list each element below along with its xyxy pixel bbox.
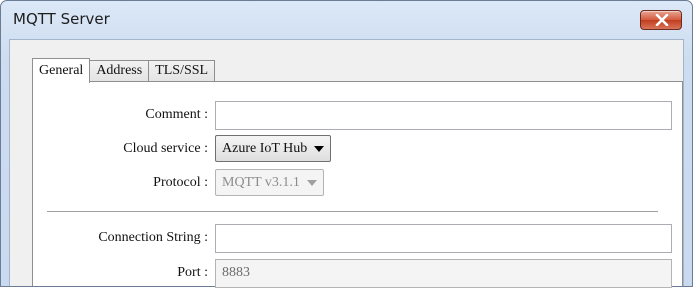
title-bar[interactable]: MQTT Server (1, 1, 692, 39)
dropdown-arrow-icon (314, 145, 325, 152)
port-label: Port : (177, 265, 208, 280)
connection-string-input[interactable] (215, 224, 672, 253)
close-button[interactable] (640, 10, 682, 30)
protocol-value: MQTT v3.1.1 (222, 174, 300, 190)
general-tab-panel: Comment : Cloud service : Azure IoT Hub … (32, 81, 683, 289)
window-title: MQTT Server (13, 10, 110, 28)
protocol-select[interactable]: MQTT v3.1.1 (215, 169, 324, 196)
dialog-client-area: General Address TLS/SSL Comment : Cloud … (9, 39, 684, 289)
protocol-label: Protocol : (153, 175, 208, 190)
cloud-service-row: Cloud service : Azure IoT Hub (33, 135, 682, 165)
mqtt-server-dialog: MQTT Server General Address TLS/SSL Comm… (0, 0, 693, 289)
tab-strip: General Address TLS/SSL (32, 56, 216, 83)
comment-input[interactable] (215, 101, 672, 130)
protocol-row: Protocol : MQTT v3.1.1 (33, 169, 682, 199)
cloud-service-label: Cloud service : (123, 141, 208, 156)
cloud-service-select[interactable]: Azure IoT Hub (215, 135, 332, 162)
port-row: Port : 8883 (33, 259, 682, 289)
comment-row: Comment : (33, 101, 682, 131)
tab-address[interactable]: Address (90, 60, 150, 82)
connection-string-row: Connection String : (33, 224, 682, 254)
tab-tls-ssl[interactable]: TLS/SSL (149, 60, 216, 82)
comment-label: Comment : (145, 107, 208, 122)
cloud-service-value: Azure IoT Hub (222, 140, 308, 156)
tab-general[interactable]: General (32, 58, 91, 83)
connection-string-label: Connection String : (98, 230, 208, 245)
dropdown-arrow-icon (306, 179, 317, 186)
port-input[interactable]: 8883 (215, 259, 672, 288)
close-x-icon (655, 14, 669, 26)
section-separator (47, 211, 658, 213)
